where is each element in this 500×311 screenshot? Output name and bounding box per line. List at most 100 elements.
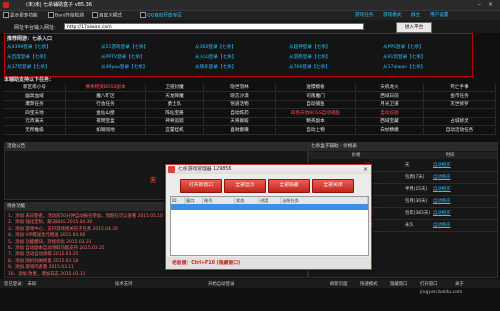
- checkbox-icon[interactable]: [92, 12, 98, 18]
- url-input[interactable]: http://17aiwan.com: [64, 23, 364, 30]
- option-qq[interactable]: QQ自动开放专区: [140, 12, 182, 19]
- task-cell[interactable]: 金仙山壁: [66, 109, 146, 118]
- login-link[interactable]: 从37玩登录【七杀】: [7, 64, 50, 70]
- menu-item[interactable]: 群主: [411, 12, 420, 18]
- task-cell[interactable]: 幽冥血域: [4, 92, 66, 101]
- task-cell[interactable]: 天龙降魔: [146, 92, 204, 101]
- minimize-icon[interactable]: –: [476, 1, 483, 8]
- task-cell[interactable]: 天机龙火: [356, 84, 424, 92]
- task-cell[interactable]: 新区练小号: [4, 84, 66, 92]
- news-item: 2、添加 强化定制，解决BUG 2015.04.30: [8, 220, 93, 226]
- task-cell[interactable]: 自动上物: [276, 127, 356, 135]
- checkbox-icon[interactable]: [48, 12, 54, 18]
- login-link[interactable]: 从快乐登录【七杀】: [195, 64, 236, 70]
- watermark: jingyan.baidu.com: [420, 290, 463, 295]
- about-button[interactable]: 关于: [455, 281, 464, 287]
- task-cell[interactable]: 占城修灵: [424, 118, 496, 127]
- task-cell[interactable]: 神骨追踪: [146, 118, 204, 127]
- task-cell[interactable]: 四宝天地: [4, 109, 66, 118]
- login-link[interactable]: 从超神登录【七杀】: [289, 44, 330, 50]
- task-cell[interactable]: 司南魔门: [276, 92, 356, 101]
- task-cell[interactable]: 自动炼药: [204, 109, 276, 118]
- auto-login-button[interactable]: 开始自动登录: [208, 281, 234, 287]
- option-more[interactable]: 显示更多功能: [3, 12, 38, 19]
- login-link[interactable]: 从766登录【七杀】: [289, 64, 330, 70]
- task-cell[interactable]: 金币任务: [424, 92, 496, 101]
- task-cell[interactable]: 行会任务: [66, 101, 146, 110]
- status-bar: 您已登录： 未知 技术支持 开始自动登录 刷新页面 快速模式 隐藏窗口 打开窗口…: [0, 279, 500, 288]
- task-cell[interactable]: 西域宝藏: [356, 118, 424, 127]
- task-cell[interactable]: 月光卫道: [356, 101, 424, 110]
- table-row-selected[interactable]: [171, 204, 368, 210]
- task-cell[interactable]: 天将群殿: [204, 118, 276, 127]
- menu-item[interactable]: 游戏模式: [383, 12, 401, 18]
- task-cell[interactable]: 夜明宝盒: [66, 118, 146, 127]
- login-link[interactable]: 从51游戏登录【七杀】: [101, 44, 148, 50]
- login-link[interactable]: 从游民登录【七杀】: [289, 54, 330, 60]
- fast-mode-button[interactable]: 快速模式: [360, 281, 378, 287]
- task-cell[interactable]: 赛季物资BOSS副本: [66, 84, 146, 92]
- buy-link[interactable]: 自动购买: [433, 210, 451, 216]
- buy-link[interactable]: 自动购买: [433, 186, 451, 192]
- task-cell[interactable]: 无所推级: [4, 127, 66, 135]
- task-cell[interactable]: 白杖精模: [356, 127, 424, 135]
- task-cell[interactable]: 隐世羽林: [204, 84, 276, 92]
- task-cell[interactable]: 死亡手事: [424, 84, 496, 92]
- menu-item[interactable]: 用户设置: [430, 12, 448, 18]
- open-window-button[interactable]: 打开窗口: [420, 281, 438, 287]
- task-cell[interactable]: [424, 109, 496, 118]
- address-label: 网址平台输入网址:: [14, 25, 56, 31]
- show-all-button[interactable]: 全部显示: [224, 179, 266, 193]
- task-cell[interactable]: 阵仙宝册: [146, 109, 204, 118]
- task-cell[interactable]: 悟道活物: [204, 101, 276, 110]
- duration-value: 永久: [405, 223, 414, 228]
- task-cell[interactable]: 四色天地BOSS自动捕鱼: [276, 109, 356, 118]
- task-cell[interactable]: 晓芯沙漠: [204, 92, 276, 101]
- task-cell[interactable]: 卫道封魔: [146, 84, 204, 92]
- open-new-window-button[interactable]: 打开新窗口: [180, 179, 222, 193]
- login-link[interactable]: 从91玩登录【七杀】: [383, 54, 426, 60]
- option-custom[interactable]: 自定义模式: [92, 12, 122, 19]
- task-cell[interactable]: 自动捕鱼: [276, 101, 356, 110]
- buy-link[interactable]: 自动购买: [433, 222, 451, 228]
- task-cell[interactable]: 爆弊任务: [4, 101, 66, 110]
- col-header: ID: [171, 197, 185, 204]
- task-cell[interactable]: 元宵满天: [4, 118, 66, 127]
- login-link[interactable]: 从360登录【七杀】: [195, 44, 236, 50]
- task-cell[interactable]: 魔八旷区: [66, 92, 146, 101]
- login-link[interactable]: 从49you登录【七杀】: [101, 64, 147, 70]
- task-cell[interactable]: 精英副本: [276, 118, 356, 127]
- checkbox-icon[interactable]: [3, 12, 9, 18]
- window-table[interactable]: ID 窗口 账号 状态 进度 当前任务: [170, 196, 369, 256]
- login-link[interactable]: 从火山登录【七杀】: [195, 54, 236, 60]
- enter-platform-button[interactable]: 进入平台: [396, 22, 432, 33]
- option-ban[interactable]: Ban/外挂检测: [48, 12, 84, 19]
- task-cell[interactable]: 灭世修罗: [424, 101, 496, 110]
- hide-all-button[interactable]: 全部隐藏: [268, 179, 310, 193]
- task-cell[interactable]: 如钢闯地: [66, 127, 146, 135]
- task-cell[interactable]: 宜蕾挂机: [146, 127, 204, 135]
- refresh-button[interactable]: 刷新页面: [330, 281, 348, 287]
- login-link[interactable]: 从PPTV登录【七杀】: [101, 54, 145, 60]
- login-link[interactable]: 从百度登录【七杀】: [7, 54, 48, 60]
- login-link[interactable]: 从4399登录【七杀】: [7, 44, 51, 50]
- login-link[interactable]: 从17aiwan【七杀】: [383, 64, 425, 70]
- task-cell[interactable]: 自动活动任务: [424, 127, 496, 135]
- task-cell[interactable]: 送镖模板: [276, 84, 356, 92]
- task-cell[interactable]: 勇士队: [146, 101, 204, 110]
- close-all-button[interactable]: 全部关闭: [312, 179, 354, 193]
- checkbox-icon[interactable]: [140, 12, 146, 18]
- task-cell[interactable]: 喜财搬赚: [204, 127, 276, 135]
- login-link[interactable]: 从PPS登录【七杀】: [383, 44, 424, 50]
- menu-item[interactable]: 游戏任务: [355, 12, 373, 18]
- close-icon[interactable]: ×: [487, 1, 494, 8]
- hide-window-button[interactable]: 隐藏窗口: [390, 281, 408, 287]
- dialog-close-icon[interactable]: ×: [362, 166, 369, 173]
- task-cell[interactable]: 自动答题: [356, 109, 424, 118]
- buy-link[interactable]: 自动购买: [433, 198, 451, 204]
- buy-link[interactable]: 自动购买: [433, 174, 451, 180]
- task-cell[interactable]: 西域日前: [356, 92, 424, 101]
- dialog-title: 七杀游戏管理器 129856: [166, 165, 371, 174]
- buy-link[interactable]: 自动购买: [433, 162, 451, 168]
- support-link[interactable]: 技术支持: [115, 281, 133, 287]
